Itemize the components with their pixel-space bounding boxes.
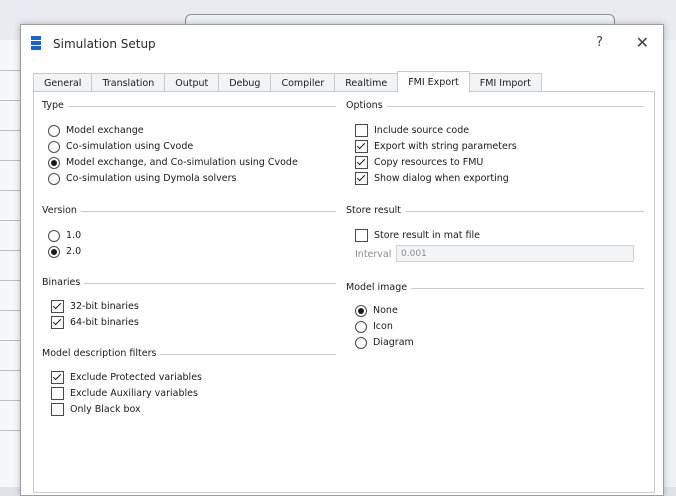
model-description-filters-group: Model description filters Exclude Protec…	[42, 348, 336, 428]
checkbox[interactable]	[355, 172, 368, 185]
checkbox-64-bit-binaries[interactable]: 64-bit binaries	[51, 315, 139, 330]
tab-translation[interactable]: Translation	[91, 73, 166, 93]
radio-image-none[interactable]: None	[355, 303, 398, 318]
model-image-group-title: Model image	[346, 282, 412, 293]
options-group: Options Include source code Export with …	[346, 100, 644, 200]
store-result-group: Store result Store result in mat file In…	[346, 205, 644, 265]
checkbox[interactable]	[51, 316, 64, 329]
radio-model-exchange-and-co-simulation[interactable]: Model exchange, and Co-simulation using …	[48, 155, 298, 170]
tab-bar: General Translation Output Debug Compile…	[33, 71, 542, 93]
tab-realtime[interactable]: Realtime	[334, 73, 399, 93]
radio-co-simulation-dymola[interactable]: Co-simulation using Dymola solvers	[48, 171, 236, 186]
binaries-group: Binaries 32-bit binaries 64-bit binaries	[42, 277, 336, 337]
checkbox-only-black-box[interactable]: Only Black box	[51, 402, 141, 417]
background-left-panel	[0, 40, 21, 487]
checkbox[interactable]	[355, 140, 368, 153]
radio-co-simulation-cvode[interactable]: Co-simulation using Cvode	[48, 139, 193, 154]
radio-button[interactable]	[48, 245, 60, 258]
checkbox[interactable]	[51, 403, 64, 416]
checkbox[interactable]	[51, 371, 64, 384]
checkbox[interactable]	[355, 229, 368, 242]
filters-group-title: Model description filters	[42, 348, 161, 359]
fmi-export-panel: Type Model exchange Co-simulation using …	[33, 91, 655, 493]
radio-image-icon[interactable]: Icon	[355, 319, 393, 334]
simulation-setup-dialog: Simulation Setup ? ✕ General Translation…	[20, 24, 664, 496]
checkbox-copy-resources[interactable]: Copy resources to FMU	[355, 155, 483, 170]
checkbox[interactable]	[51, 300, 64, 313]
checkbox[interactable]	[355, 156, 368, 169]
radio-button[interactable]	[48, 140, 60, 153]
type-group-title: Type	[42, 100, 68, 111]
radio-button[interactable]	[355, 320, 367, 333]
radio-button[interactable]	[355, 336, 367, 349]
radio-button[interactable]	[48, 229, 60, 242]
checkbox-show-dialog[interactable]: Show dialog when exporting	[355, 171, 509, 186]
radio-model-exchange[interactable]: Model exchange	[48, 123, 144, 138]
radio-version-1-0[interactable]: 1.0	[48, 228, 81, 243]
app-logo-icon	[31, 36, 41, 50]
radio-image-diagram[interactable]: Diagram	[355, 335, 414, 350]
interval-label: Interval	[355, 249, 392, 260]
close-button[interactable]: ✕	[636, 33, 649, 52]
radio-version-2-0[interactable]: 2.0	[48, 244, 81, 259]
dialog-title: Simulation Setup	[53, 37, 156, 51]
binaries-group-title: Binaries	[42, 277, 85, 288]
checkbox-exclude-auxiliary[interactable]: Exclude Auxiliary variables	[51, 386, 198, 401]
version-group: Version 1.0 2.0	[42, 205, 336, 265]
checkbox-exclude-protected[interactable]: Exclude Protected variables	[51, 370, 202, 385]
checkbox-include-source-code[interactable]: Include source code	[355, 123, 469, 138]
checkbox-32-bit-binaries[interactable]: 32-bit binaries	[51, 299, 139, 314]
tab-fmi-import[interactable]: FMI Import	[468, 73, 542, 93]
options-group-title: Options	[346, 100, 387, 111]
checkbox[interactable]	[355, 124, 368, 137]
tab-general[interactable]: General	[33, 73, 93, 93]
interval-input[interactable]: 0.001	[396, 245, 634, 262]
checkbox-store-result-mat[interactable]: Store result in mat file	[355, 228, 480, 243]
help-button[interactable]: ?	[596, 35, 603, 50]
checkbox-export-string-parameters[interactable]: Export with string parameters	[355, 139, 517, 154]
radio-button[interactable]	[48, 172, 60, 185]
tab-fmi-export[interactable]: FMI Export	[397, 71, 470, 93]
version-group-title: Version	[42, 205, 81, 216]
tab-output[interactable]: Output	[164, 73, 220, 93]
dialog-titlebar: Simulation Setup ? ✕	[21, 25, 663, 63]
checkbox[interactable]	[51, 387, 64, 400]
radio-button[interactable]	[355, 304, 367, 317]
type-group: Type Model exchange Co-simulation using …	[42, 100, 336, 200]
tab-compiler[interactable]: Compiler	[270, 73, 336, 93]
radio-button[interactable]	[48, 156, 60, 169]
model-image-group: Model image None Icon Diagram	[346, 282, 644, 362]
store-result-group-title: Store result	[346, 205, 406, 216]
radio-button[interactable]	[48, 124, 60, 137]
tab-debug[interactable]: Debug	[218, 73, 272, 93]
